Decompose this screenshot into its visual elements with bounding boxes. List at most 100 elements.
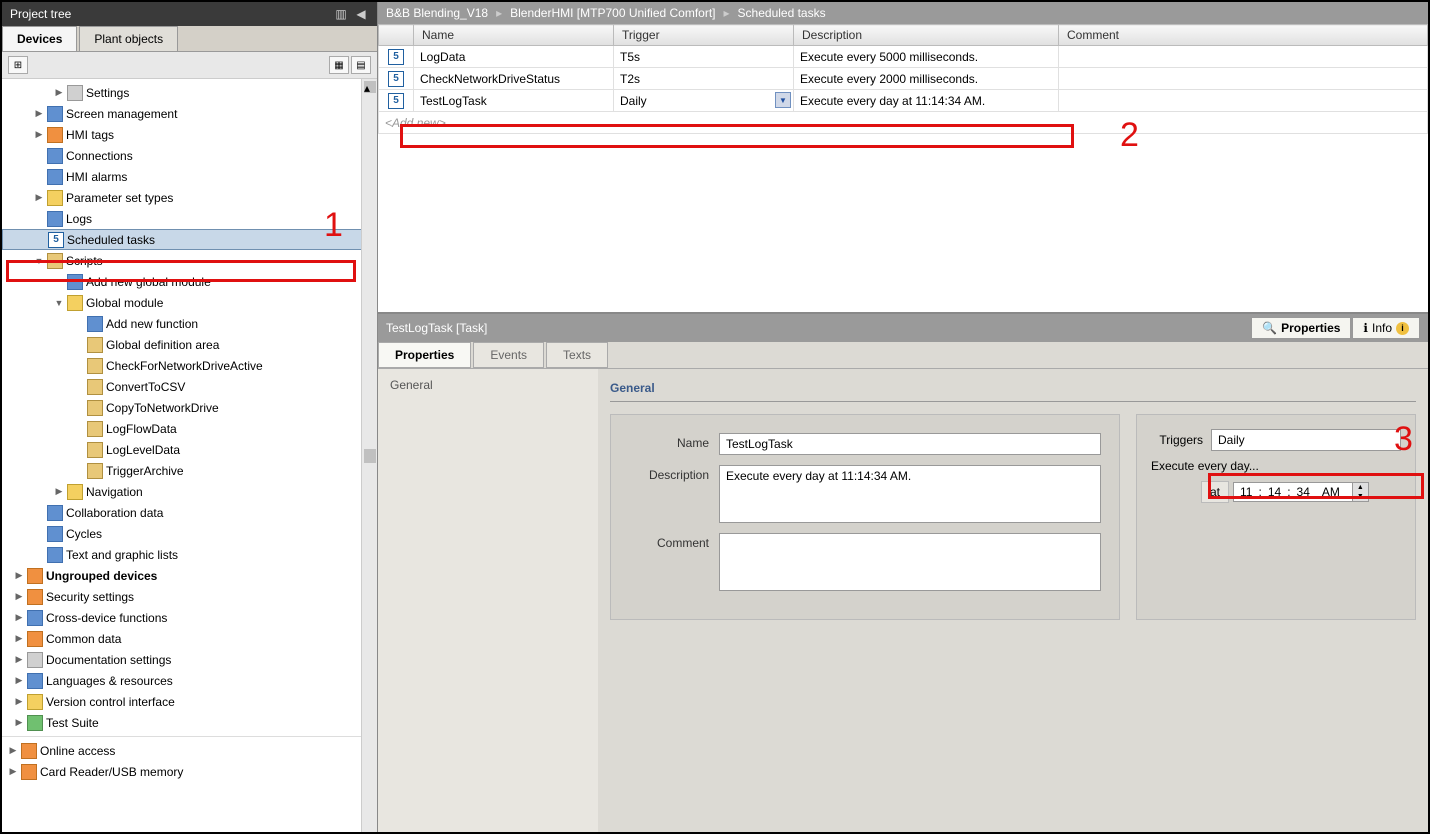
tree-item[interactable]: Connections <box>2 145 377 166</box>
cell-comment[interactable] <box>1059 90 1428 112</box>
cell-name[interactable]: LogData <box>414 46 614 68</box>
expander-icon[interactable]: ▶ <box>54 486 64 497</box>
cell-description[interactable]: Execute every 2000 milliseconds. <box>794 68 1059 90</box>
tree-item[interactable]: Global definition area <box>2 334 377 355</box>
expander-icon[interactable]: ▶ <box>34 108 44 119</box>
tab-plant-objects[interactable]: Plant objects <box>79 26 178 51</box>
expander-icon[interactable]: ▶ <box>14 570 24 581</box>
add-new-row[interactable]: <Add new> <box>379 112 1428 134</box>
prop-htab-properties[interactable]: 🔍 Properties <box>1251 317 1351 339</box>
panel-collapse-icon[interactable]: ◀ <box>353 6 369 22</box>
time-hour[interactable]: 11 <box>1234 483 1258 501</box>
crumb-1[interactable]: B&B Blending_V18 <box>386 6 488 20</box>
tree-item[interactable]: ▼Scripts <box>2 250 377 271</box>
cell-trigger[interactable]: Daily▼ <box>614 90 794 112</box>
col-description[interactable]: Description <box>794 25 1059 46</box>
input-name[interactable] <box>719 433 1101 455</box>
tab-devices[interactable]: Devices <box>2 26 77 51</box>
tree-item[interactable]: CheckForNetworkDriveActive <box>2 355 377 376</box>
tree-item[interactable]: ConvertToCSV <box>2 376 377 397</box>
tree-item[interactable]: HMI alarms <box>2 166 377 187</box>
cell-comment[interactable] <box>1059 68 1428 90</box>
tree-item[interactable]: LogLevelData <box>2 439 377 460</box>
expander-icon[interactable]: ▶ <box>34 129 44 140</box>
tree-item[interactable]: ▶Common data <box>2 628 377 649</box>
expander-icon[interactable]: ▶ <box>34 192 44 203</box>
tree-item[interactable]: ▶Test Suite <box>2 712 377 733</box>
subtab-texts[interactable]: Texts <box>546 342 608 368</box>
time-sec[interactable]: 34 <box>1291 483 1316 501</box>
tree-node-icon <box>21 743 37 759</box>
tree-item[interactable]: ▼Global module <box>2 292 377 313</box>
tree-item[interactable]: Cycles <box>2 523 377 544</box>
table-row[interactable]: 5CheckNetworkDriveStatusT2sExecute every… <box>379 68 1428 90</box>
time-spinner[interactable]: 11: 14: 34 AM ▲ ▼ <box>1233 482 1369 502</box>
tree-item[interactable]: TriggerArchive <box>2 460 377 481</box>
tree-item[interactable]: Text and graphic lists <box>2 544 377 565</box>
tree-item[interactable]: ▶Version control interface <box>2 691 377 712</box>
expander-icon[interactable]: ▶ <box>14 633 24 644</box>
tree-item[interactable]: ▶Cross-device functions <box>2 607 377 628</box>
cell-trigger[interactable]: T2s <box>614 68 794 90</box>
toolbar-btn-left[interactable]: ⊞ <box>8 56 28 74</box>
time-ampm[interactable]: AM <box>1316 483 1352 501</box>
tree-item[interactable]: CopyToNetworkDrive <box>2 397 377 418</box>
cell-name[interactable]: TestLogTask <box>414 90 614 112</box>
time-spin-up-icon[interactable]: ▲ <box>1353 483 1368 492</box>
col-comment[interactable]: Comment <box>1059 25 1428 46</box>
tree-item[interactable]: ▶Online access <box>2 740 377 761</box>
time-spin-down-icon[interactable]: ▼ <box>1353 492 1368 501</box>
expander-icon[interactable]: ▶ <box>14 612 24 623</box>
expander-icon[interactable]: ▶ <box>54 87 64 98</box>
tree-scrollbar[interactable]: ▴ <box>361 79 377 832</box>
tree-item[interactable]: ▶Screen management <box>2 103 377 124</box>
expander-icon[interactable]: ▶ <box>14 696 24 707</box>
cell-name[interactable]: CheckNetworkDriveStatus <box>414 68 614 90</box>
tree-item[interactable]: Logs <box>2 208 377 229</box>
expander-icon[interactable]: ▶ <box>14 675 24 686</box>
prop-htab-info[interactable]: ℹ Info i <box>1352 317 1420 339</box>
cell-description[interactable]: Execute every day at 11:14:34 AM. <box>794 90 1059 112</box>
expander-icon[interactable]: ▶ <box>14 717 24 728</box>
input-description[interactable] <box>719 465 1101 523</box>
cell-trigger[interactable]: T5s <box>614 46 794 68</box>
tree-item[interactable]: Add new global module <box>2 271 377 292</box>
toolbar-btn-2[interactable]: ▤ <box>351 56 371 74</box>
tree-item[interactable]: ▶Languages & resources <box>2 670 377 691</box>
col-name[interactable]: Name <box>414 25 614 46</box>
tree-item[interactable]: Collaboration data <box>2 502 377 523</box>
tree-item[interactable]: ▶Settings <box>2 82 377 103</box>
time-min[interactable]: 14 <box>1262 483 1287 501</box>
tree-item[interactable]: ▶Documentation settings <box>2 649 377 670</box>
tree-item[interactable]: 5Scheduled tasks <box>2 229 377 250</box>
tree-item[interactable]: ▶Navigation <box>2 481 377 502</box>
crumb-2[interactable]: BlenderHMI [MTP700 Unified Comfort] <box>510 6 715 20</box>
expander-icon[interactable]: ▶ <box>14 591 24 602</box>
sidebar-general[interactable]: General <box>384 375 592 395</box>
tree-item[interactable]: Add new function <box>2 313 377 334</box>
tree-item[interactable]: LogFlowData <box>2 418 377 439</box>
toolbar-btn-1[interactable]: ▦ <box>329 56 349 74</box>
expander-icon[interactable]: ▼ <box>54 298 64 308</box>
tree-item[interactable]: ▶Security settings <box>2 586 377 607</box>
tree-item[interactable]: ▶Card Reader/USB memory <box>2 761 377 782</box>
expander-icon[interactable]: ▶ <box>14 654 24 665</box>
tree-item[interactable]: ▶Parameter set types <box>2 187 377 208</box>
expander-icon[interactable]: ▼ <box>34 256 44 266</box>
subtab-events[interactable]: Events <box>473 342 544 368</box>
table-row[interactable]: 5LogDataT5sExecute every 5000 millisecon… <box>379 46 1428 68</box>
panel-pin-icon[interactable]: ▥ <box>333 6 349 22</box>
input-comment[interactable] <box>719 533 1101 591</box>
dropdown-icon[interactable]: ▼ <box>775 92 791 108</box>
tree-item[interactable]: ▶HMI tags <box>2 124 377 145</box>
input-trigger[interactable] <box>1211 429 1401 451</box>
subtab-properties[interactable]: Properties <box>378 342 471 368</box>
expander-icon[interactable]: ▶ <box>8 745 18 756</box>
col-trigger[interactable]: Trigger <box>614 25 794 46</box>
tree-label: CopyToNetworkDrive <box>106 401 219 415</box>
table-row[interactable]: 5TestLogTaskDaily▼Execute every day at 1… <box>379 90 1428 112</box>
cell-description[interactable]: Execute every 5000 milliseconds. <box>794 46 1059 68</box>
expander-icon[interactable]: ▶ <box>8 766 18 777</box>
tree-item[interactable]: ▶Ungrouped devices <box>2 565 377 586</box>
cell-comment[interactable] <box>1059 46 1428 68</box>
